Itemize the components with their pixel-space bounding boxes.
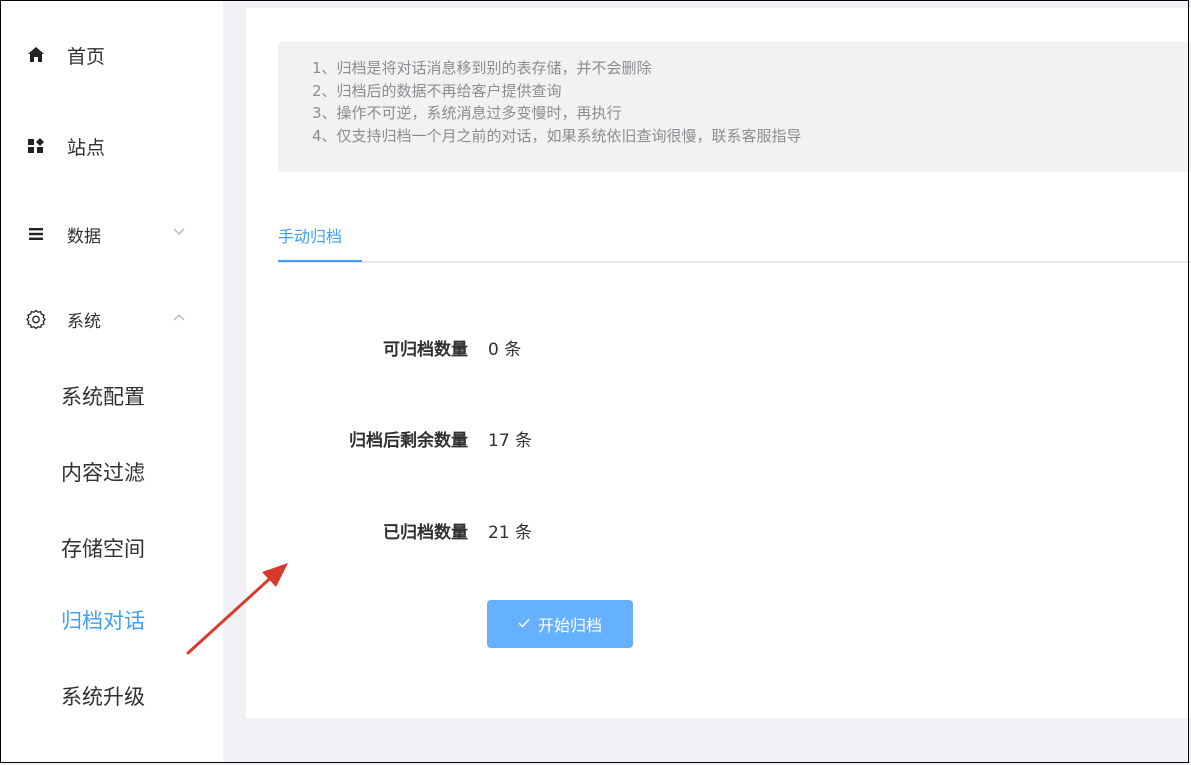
submenu-item-system-upgrade[interactable]: 系统升级 [1,668,223,724]
menu-item-label: 系统 [67,311,101,332]
notice-line: 2、归档后的数据不再给客户提供查询 [312,82,562,100]
gear-icon [25,308,47,330]
tabs-bar: 手动归档 [278,209,1191,263]
list-icon [25,223,47,245]
tab-manual-archive[interactable]: 手动归档 [278,223,342,247]
archived-count-value: 21 条 [488,523,533,543]
chevron-up-icon [173,310,185,324]
check-icon [518,616,530,632]
archivable-count-label: 可归档数量 [383,340,468,360]
menu-item-data[interactable]: 数据 [1,204,223,264]
menu-item-site[interactable]: 站点 [1,116,223,176]
home-icon [25,44,47,66]
annotation-arrow-icon [186,563,288,655]
form-row-archivable: 可归档数量 0 条 [246,335,846,365]
submenu-item-content-filter[interactable]: 内容过滤 [1,444,223,500]
submenu-item-system-config[interactable]: 系统配置 [1,368,223,424]
notice-box: 1、归档是将对话消息移到别的表存储，并不会删除 2、归档后的数据不再给客户提供查… [278,42,1191,172]
archivable-count-value: 0 条 [488,340,522,360]
menu-item-label: 站点 [67,136,106,159]
archived-count-label: 已归档数量 [383,523,468,543]
start-archive-button[interactable]: 开始归档 [487,600,633,648]
start-archive-label: 开始归档 [537,616,602,635]
tabs-divider [278,261,1191,263]
grid-icon [25,135,47,157]
menu-item-label: 首页 [67,45,106,68]
form-row-archived: 已归档数量 21 条 [246,518,846,548]
menu-item-system[interactable]: 系统 [1,289,223,349]
remaining-count-value: 17 条 [488,431,533,451]
menu-item-label: 数据 [67,226,101,247]
notice-line: 3、操作不可逆，系统消息过多变慢时，再执行 [312,104,622,122]
menu-item-home[interactable]: 首页 [1,25,223,85]
notice-line: 4、仅支持归档一个月之前的对话，如果系统依旧查询很慢，联系客服指导 [312,127,802,145]
notice-line: 1、归档是将对话消息移到别的表存储，并不会删除 [312,59,652,77]
chevron-down-icon [173,225,185,239]
form-row-remaining: 归档后剩余数量 17 条 [246,426,846,456]
tab-active-indicator [278,260,362,262]
remaining-count-label: 归档后剩余数量 [349,431,468,451]
